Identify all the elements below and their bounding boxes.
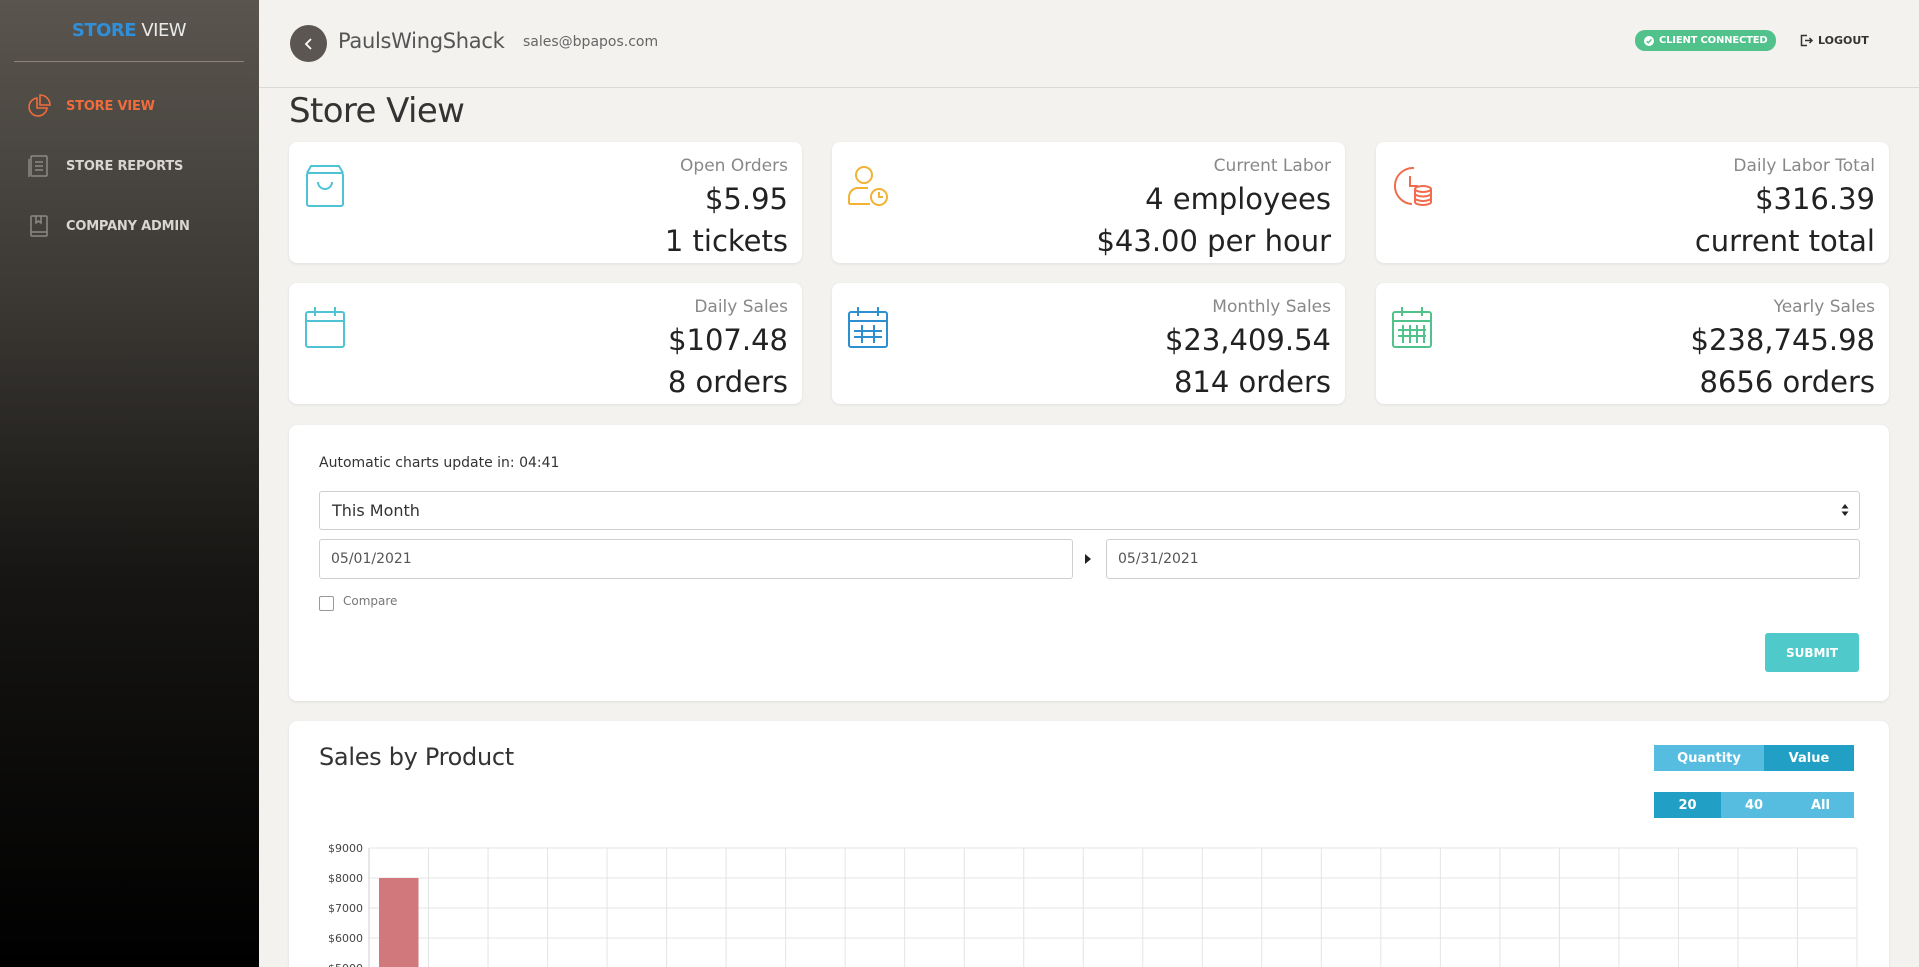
logout-label: LOGOUT [1818,34,1869,47]
sidebar: STORE VIEW STORE VIEW STORE REPORTS COMP… [0,0,259,967]
compare-label: Compare [343,593,398,608]
stat-sub: 8656 orders [1699,365,1875,399]
shopping-bag-icon [306,165,344,207]
date-range-select[interactable]: This Month [319,491,1860,530]
stat-sub: $43.00 per hour [1096,224,1331,258]
bar[interactable] [379,878,419,967]
sort-arrows-icon [1841,504,1849,516]
y-tick-label: $6000 [328,932,363,945]
start-date-input[interactable]: 05/01/2021 [319,539,1073,579]
back-button[interactable] [290,25,327,62]
stat-value: $316.39 [1755,182,1875,216]
stat-card-yearly-sales: Yearly Sales $238,745.98 8656 orders [1376,283,1889,404]
stat-card-monthly-sales: Monthly Sales $23,409.54 814 orders [832,283,1345,404]
sidebar-item-label: COMPANY ADMIN [66,218,190,234]
y-tick-label: $9000 [328,842,363,855]
brand-part-1: STORE [71,20,137,41]
stat-value: $107.48 [668,323,788,357]
sidebar-item-label: STORE VIEW [66,98,155,114]
brand-part-2: VIEW [136,20,187,41]
stat-label: Yearly Sales [1773,297,1875,317]
sidebar-item-label: STORE REPORTS [66,158,184,174]
calendar-full-icon [1392,307,1432,348]
stat-label: Daily Sales [694,297,788,317]
status-badge: CLIENT CONNECTED [1635,30,1777,51]
sidebar-item-company-admin[interactable]: COMPANY ADMIN [26,211,246,241]
stat-value: $238,745.98 [1690,323,1876,357]
logout-icon [1800,34,1814,47]
calendar-grid-icon [848,307,888,348]
stat-sub: current total [1694,224,1875,258]
store-name: PaulsWingShack [338,29,505,53]
logout-button[interactable]: LOGOUT [1800,34,1869,47]
admin-book-icon [26,213,52,239]
stat-card-daily-sales: Daily Sales $107.48 8 orders [289,283,802,404]
top-header: PaulsWingShack sales@bpapos.com CLIENT C… [259,0,1919,88]
stat-label: Monthly Sales [1212,297,1331,317]
check-circle-icon [1644,35,1654,46]
filter-panel: Automatic charts update in: 04:41 This M… [289,425,1889,701]
stat-label: Open Orders [680,156,788,176]
stat-value: $23,409.54 [1164,323,1331,357]
stat-card-daily-labor: Daily Labor Total $316.39 current total [1376,142,1889,263]
date-range-value: This Month [332,501,420,520]
compare-checkbox[interactable] [319,596,334,611]
y-tick-label: $7000 [328,902,363,915]
sales-by-product-panel: Sales by Product Quantity Value 20 40 Al… [289,721,1889,967]
store-email: sales@bpapos.com [523,34,659,50]
stat-card-current-labor: Current Labor 4 employees $43.00 per hou… [832,142,1345,263]
clock-coins-icon [1393,166,1432,206]
stat-sub: 814 orders [1173,365,1331,399]
stat-card-open-orders: Open Orders $5.95 1 tickets [289,142,802,263]
end-date-input[interactable]: 05/31/2021 [1106,539,1860,579]
caret-right-icon [1085,554,1091,564]
stat-sub: 8 orders [667,365,788,399]
stat-label: Daily Labor Total [1733,156,1875,176]
y-tick-label: $8000 [328,872,363,885]
status-text: CLIENT CONNECTED [1659,35,1768,46]
pie-chart-icon [26,93,52,119]
y-tick-label: $5000 [328,962,363,967]
user-clock-icon [848,166,888,206]
chevron-left-icon [304,37,312,50]
compare-toggle[interactable]: Compare [319,590,397,611]
page-title: Store View [289,91,465,131]
stat-label: Current Labor [1213,156,1331,176]
stat-value: $5.95 [704,182,788,216]
stat-sub: 1 tickets [664,224,788,258]
calendar-icon [305,307,345,348]
auto-update-text: Automatic charts update in: 04:41 [319,455,560,471]
sales-chart: $9000 $8000 $7000 $6000 $5000 [328,842,1858,967]
stat-value: 4 employees [1145,182,1331,216]
brand-logo[interactable]: STORE VIEW [14,0,244,62]
report-icon [26,153,52,179]
sidebar-item-store-reports[interactable]: STORE REPORTS [26,151,246,181]
submit-button[interactable]: SUBMIT [1765,633,1859,672]
sidebar-item-store-view[interactable]: STORE VIEW [26,91,246,121]
